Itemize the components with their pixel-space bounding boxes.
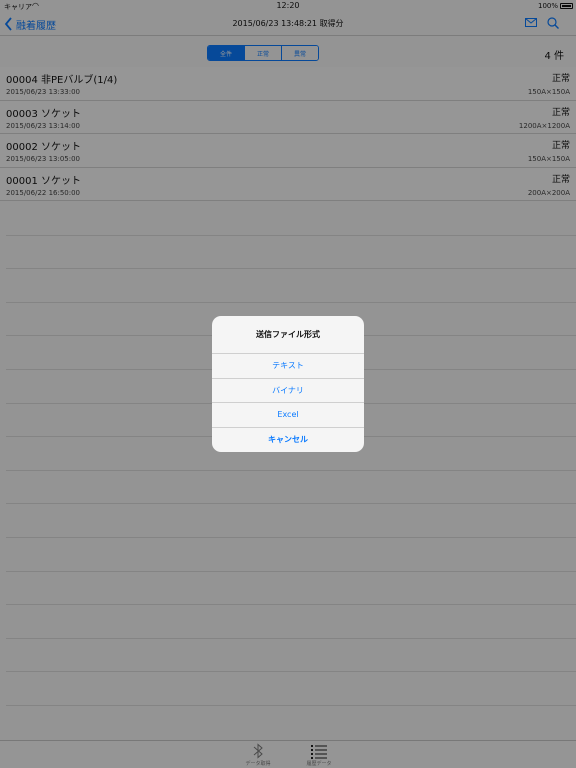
file-format-alert: 送信ファイル形式 テキスト バイナリ Excel キャンセル [212,316,364,452]
option-excel-button[interactable]: Excel [212,403,364,428]
cancel-button[interactable]: キャンセル [212,428,364,453]
option-text-button[interactable]: テキスト [212,354,364,379]
alert-title: 送信ファイル形式 [212,316,364,354]
option-binary-button[interactable]: バイナリ [212,379,364,403]
